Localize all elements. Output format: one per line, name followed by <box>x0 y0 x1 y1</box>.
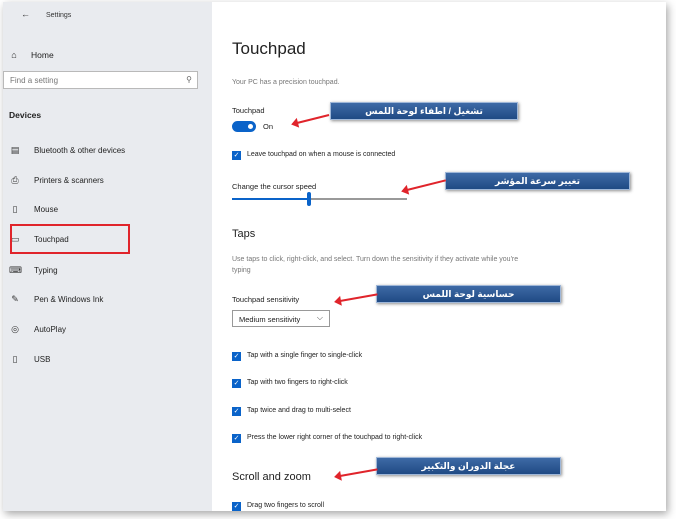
sensitivity-value: Medium sensitivity <box>239 315 301 324</box>
home-label: Home <box>31 50 54 60</box>
touchpad-highlight-box <box>10 224 130 254</box>
sidebar-item-printers[interactable]: ⎙ Printers & scanners <box>9 173 104 187</box>
touchpad-toggle[interactable] <box>232 121 256 132</box>
keyboard-icon: ⌨ <box>9 264 22 275</box>
cursor-speed-label: Change the cursor speed <box>232 182 317 191</box>
section-title: Devices <box>9 110 42 120</box>
sidebar-item-label: Bluetooth & other devices <box>34 145 126 155</box>
taps-description: Use taps to click, right-click, and sele… <box>232 256 519 274</box>
autoplay-icon: ◎ <box>11 323 19 334</box>
printer-icon: ⎙ <box>11 174 19 185</box>
tap-option-checkbox[interactable]: ✓ <box>232 407 241 416</box>
sidebar: ← Settings ⌂ Home Find a setting ⚲ Devic… <box>3 2 212 511</box>
window-title: Settings <box>46 12 72 19</box>
tap-option-label: Tap twice and drag to multi-select <box>247 407 351 414</box>
leave-on-checkbox[interactable]: ✓ <box>232 151 241 160</box>
arrow-left-icon[interactable]: ← <box>21 9 30 19</box>
title-bar: ← Settings <box>3 8 212 26</box>
search-placeholder: Find a setting <box>10 76 59 85</box>
tap-option-label: Tap with a single finger to single-click <box>247 352 363 359</box>
tap-option-label: Tap with two fingers to right-click <box>247 379 348 386</box>
sidebar-item-label: Typing <box>34 265 58 275</box>
tap-option-checkbox[interactable]: ✓ <box>232 434 241 443</box>
callout-scroll: عجلة الدوران والتكبير <box>376 457 561 475</box>
sensitivity-label: Touchpad sensitivity <box>232 295 300 304</box>
sidebar-item-bluetooth[interactable]: ▤ Bluetooth & other devices <box>9 143 125 157</box>
bluetooth-devices-icon: ▤ <box>10 144 20 155</box>
sidebar-item-mouse[interactable]: ▯ Mouse <box>9 202 59 216</box>
sensitivity-dropdown[interactable]: Medium sensitivity ⌵ <box>232 310 330 327</box>
sidebar-item-label: Mouse <box>34 204 59 214</box>
settings-window: ← Settings ⌂ Home Find a setting ⚲ Devic… <box>3 2 666 511</box>
home-link[interactable]: ⌂ Home <box>9 50 54 60</box>
tap-option-checkbox[interactable]: ✓ <box>232 379 241 388</box>
page-title: Touchpad <box>232 39 306 58</box>
callout-sensitivity: حساسية لوحة اللمس <box>376 285 561 303</box>
callout-toggle: تشغيل / اطفاء لوحة اللمس <box>330 102 518 120</box>
cursor-speed-fill <box>232 198 309 200</box>
pen-icon: ✎ <box>11 293 19 304</box>
sidebar-item-typing[interactable]: ⌨ Typing <box>9 263 58 277</box>
toggle-state: On <box>263 122 274 131</box>
mouse-icon: ▯ <box>12 203 18 214</box>
cursor-speed-slider[interactable] <box>307 192 311 206</box>
scroll-heading: Scroll and zoom <box>232 471 311 483</box>
sidebar-item-label: USB <box>34 354 51 364</box>
chevron-down-icon: ⌵ <box>316 313 323 322</box>
tap-option-label: Press the lower right corner of the touc… <box>247 434 423 441</box>
sidebar-item-pen[interactable]: ✎ Pen & Windows Ink <box>9 292 103 306</box>
tap-option-checkbox[interactable]: ✓ <box>232 352 241 361</box>
callout-speed: تغيير سرعة المؤشر <box>445 172 630 190</box>
sidebar-item-label: AutoPlay <box>34 324 67 334</box>
search-input[interactable]: Find a setting ⚲ <box>3 71 198 89</box>
touchpad-label: Touchpad <box>232 106 265 115</box>
scroll-option-label: Drag two fingers to scroll <box>247 502 325 509</box>
page-subtitle: Your PC has a precision touchpad. <box>232 79 340 86</box>
taps-heading: Taps <box>232 228 256 240</box>
sidebar-item-usb[interactable]: ▯ USB <box>9 352 51 366</box>
sidebar-item-label: Pen & Windows Ink <box>34 294 104 304</box>
scroll-option-checkbox[interactable]: ✓ <box>232 502 241 511</box>
main-panel: Touchpad Your PC has a precision touchpa… <box>212 2 666 511</box>
sidebar-item-label: Printers & scanners <box>34 175 104 185</box>
search-icon[interactable]: ⚲ <box>186 75 192 84</box>
usb-icon: ▯ <box>12 353 18 364</box>
leave-on-label: Leave touchpad on when a mouse is connec… <box>247 151 396 158</box>
sidebar-item-autoplay[interactable]: ◎ AutoPlay <box>9 322 66 336</box>
home-icon: ⌂ <box>11 50 17 60</box>
